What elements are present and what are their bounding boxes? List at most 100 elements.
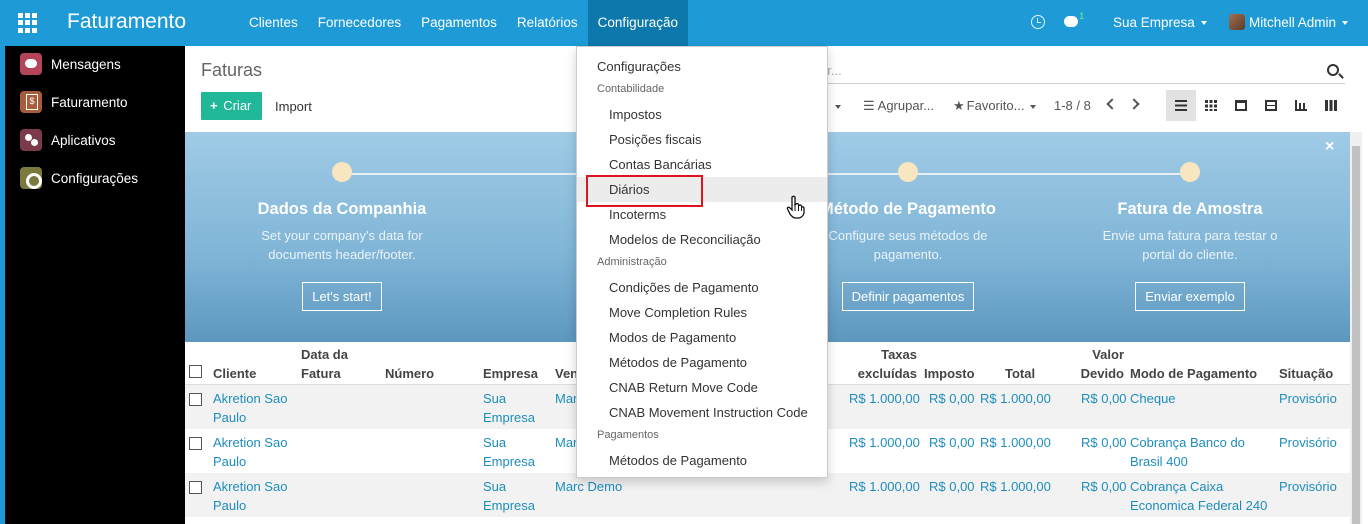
menu-relatorios[interactable]: Relatórios — [507, 0, 588, 46]
cell-vendedor[interactable]: Mar — [555, 433, 577, 452]
apps-grid-icon[interactable] — [18, 13, 38, 33]
dd-item-cnab-return-move-code[interactable]: CNAB Return Move Code — [577, 375, 827, 400]
hand-cursor-icon — [786, 195, 805, 219]
favorites-dropdown[interactable]: ★ Favorito... — [953, 98, 1037, 114]
step-dot — [1180, 162, 1200, 182]
col-total[interactable]: Total — [1005, 364, 1035, 383]
vertical-scrollbar[interactable] — [1350, 132, 1362, 524]
menu-configuracao[interactable]: Configuração — [587, 0, 688, 46]
dd-item-impostos[interactable]: Impostos — [577, 102, 827, 127]
row-checkbox[interactable] — [189, 481, 202, 494]
col-label: Taxas — [881, 347, 917, 362]
send-sample-button[interactable]: Enviar exemplo — [1135, 282, 1245, 311]
sidebar-item-aplicativos[interactable]: Aplicativos — [20, 129, 116, 151]
calendar-view-button[interactable] — [1226, 90, 1256, 121]
col-data-fatura[interactable]: Data da Fatura — [301, 345, 348, 383]
menu-pagamentos[interactable]: Pagamentos — [411, 0, 507, 46]
col-modo-pagamento[interactable]: Modo de Pagamento — [1130, 364, 1257, 383]
pivot-view-button[interactable] — [1256, 90, 1286, 121]
col-cliente[interactable]: Cliente — [213, 364, 256, 383]
cell-cliente[interactable]: Akretion Sao Paulo — [213, 389, 287, 427]
star-icon: ★ — [953, 98, 965, 113]
cell-modo-pagamento[interactable]: Cobrança Caixa Economica Federal 240 — [1130, 477, 1267, 515]
cell-empresa[interactable]: Sua Empresa — [483, 477, 535, 515]
cell-vendedor[interactable]: Marc Demo — [555, 477, 622, 496]
dd-item-condicoes-pagamento[interactable]: Condições de Pagamento — [577, 275, 827, 300]
cell-vendedor[interactable]: Mar — [555, 389, 577, 408]
user-menu[interactable]: Mitchell Admin — [1249, 0, 1349, 46]
dd-item-modelos-reconciliacao[interactable]: Modelos de Reconciliação — [577, 227, 827, 252]
row-checkbox[interactable] — [189, 393, 202, 406]
cell-line: Akretion Sao — [213, 479, 288, 494]
cell-taxas: R$ 1.000,00 — [849, 391, 920, 406]
chat-icon[interactable] — [1064, 16, 1078, 27]
col-numero[interactable]: Número — [385, 364, 434, 383]
cell-situacao: Provisório — [1279, 391, 1337, 406]
calendar-icon — [1235, 100, 1247, 111]
chevron-left-icon[interactable] — [1106, 98, 1118, 110]
main-menu: Clientes Fornecedores Pagamentos Relatór… — [239, 0, 688, 46]
sidebar-item-configuracoes[interactable]: Configurações — [20, 167, 138, 189]
dd-item-modos-pagamento[interactable]: Modos de Pagamento — [577, 325, 827, 350]
dd-item-metodos-pagamento[interactable]: Métodos de Pagamento — [577, 448, 827, 473]
caret-down-icon — [1200, 21, 1207, 26]
cell-empresa[interactable]: Sua Empresa — [483, 389, 535, 427]
menu-clientes[interactable]: Clientes — [239, 0, 308, 46]
cell-modo-pagamento[interactable]: Cheque — [1130, 389, 1176, 408]
graph-view-button[interactable] — [1286, 90, 1316, 121]
caret-down-icon — [1342, 21, 1349, 26]
row-checkbox[interactable] — [189, 437, 202, 450]
close-icon[interactable]: × — [1325, 138, 1334, 156]
dd-item-configuracoes[interactable]: Configurações — [577, 54, 827, 79]
cell-modo-pagamento[interactable]: Cobrança Banco do Brasil 400 — [1130, 433, 1245, 471]
dd-item-cnab-movement-instruction[interactable]: CNAB Movement Instruction Code — [577, 400, 827, 425]
onboarding-step-sample: Fatura de Amostra Envie uma fatura para … — [1065, 162, 1315, 311]
search-input[interactable]: ar... — [820, 58, 1345, 84]
dd-item-metodos-pagamento-admin[interactable]: Métodos de Pagamento — [577, 350, 827, 375]
table-row[interactable]: Akretion Sao Paulo Sua Empresa Marc Demo R… — [185, 473, 1350, 517]
activity-clock-icon[interactable] — [1031, 15, 1045, 29]
user-avatar[interactable] — [1229, 14, 1245, 30]
list-view-button[interactable] — [1166, 90, 1196, 121]
list-icon: ☰ — [863, 98, 875, 113]
lets-start-button[interactable]: Let's start! — [302, 282, 382, 311]
col-label: Devido — [1080, 366, 1124, 381]
col-situacao[interactable]: Situação — [1279, 364, 1333, 383]
col-vendedor[interactable]: Ven — [555, 364, 578, 383]
define-payments-button[interactable]: Definir pagamentos — [841, 282, 975, 311]
cell-empresa[interactable]: Sua Empresa — [483, 433, 535, 471]
cell-line: Empresa — [483, 498, 536, 513]
cell-taxas: R$ 1.000,00 — [849, 435, 920, 450]
scrollbar-thumb[interactable] — [1352, 146, 1360, 524]
col-imposto[interactable]: Imposto — [924, 364, 975, 383]
cell-line: Empresa — [483, 454, 536, 469]
sidebar-item-label: Configurações — [51, 170, 139, 186]
sidebar-item-faturamento[interactable]: Faturamento — [20, 91, 128, 113]
kanban-view-button[interactable] — [1196, 90, 1226, 121]
import-button[interactable]: Import — [275, 99, 312, 114]
col-taxas-excluidas[interactable]: Taxas excluídas — [849, 345, 917, 383]
dd-item-move-completion-rules[interactable]: Move Completion Rules — [577, 300, 827, 325]
cell-line: Cobrança Caixa — [1130, 479, 1224, 494]
cell-cliente[interactable]: Akretion Sao Paulo — [213, 477, 287, 515]
col-valor-devido[interactable]: Valor Devido — [1075, 345, 1124, 383]
invoice-icon — [20, 91, 42, 113]
chevron-right-icon[interactable] — [1128, 98, 1140, 110]
dd-item-posicoes-fiscais[interactable]: Posições fiscais — [577, 127, 827, 152]
select-all-checkbox[interactable] — [189, 365, 202, 378]
dd-item-contas-bancarias[interactable]: Contas Bancárias — [577, 152, 827, 177]
sidebar-item-label: Faturamento — [51, 94, 128, 110]
cell-line: Akretion Sao — [213, 435, 288, 450]
company-switcher[interactable]: Sua Empresa — [1113, 0, 1207, 46]
search-icon[interactable] — [1327, 64, 1339, 76]
group-by-dropdown[interactable]: ☰ Agrupar... — [863, 98, 934, 114]
cell-cliente[interactable]: Akretion Sao Paulo — [213, 433, 287, 471]
cell-devido: R$ 0,00 — [1081, 479, 1127, 494]
create-button[interactable]: + Criar — [201, 92, 262, 120]
menu-fornecedores[interactable]: Fornecedores — [308, 0, 411, 46]
top-navbar: Faturamento Clientes Fornecedores Pagame… — [0, 0, 1368, 46]
grid-view-button[interactable] — [1316, 90, 1346, 121]
pager-value[interactable]: 1-8 / 8 — [1054, 98, 1091, 113]
col-empresa[interactable]: Empresa — [483, 364, 538, 383]
sidebar-item-mensagens[interactable]: Mensagens — [20, 53, 121, 75]
